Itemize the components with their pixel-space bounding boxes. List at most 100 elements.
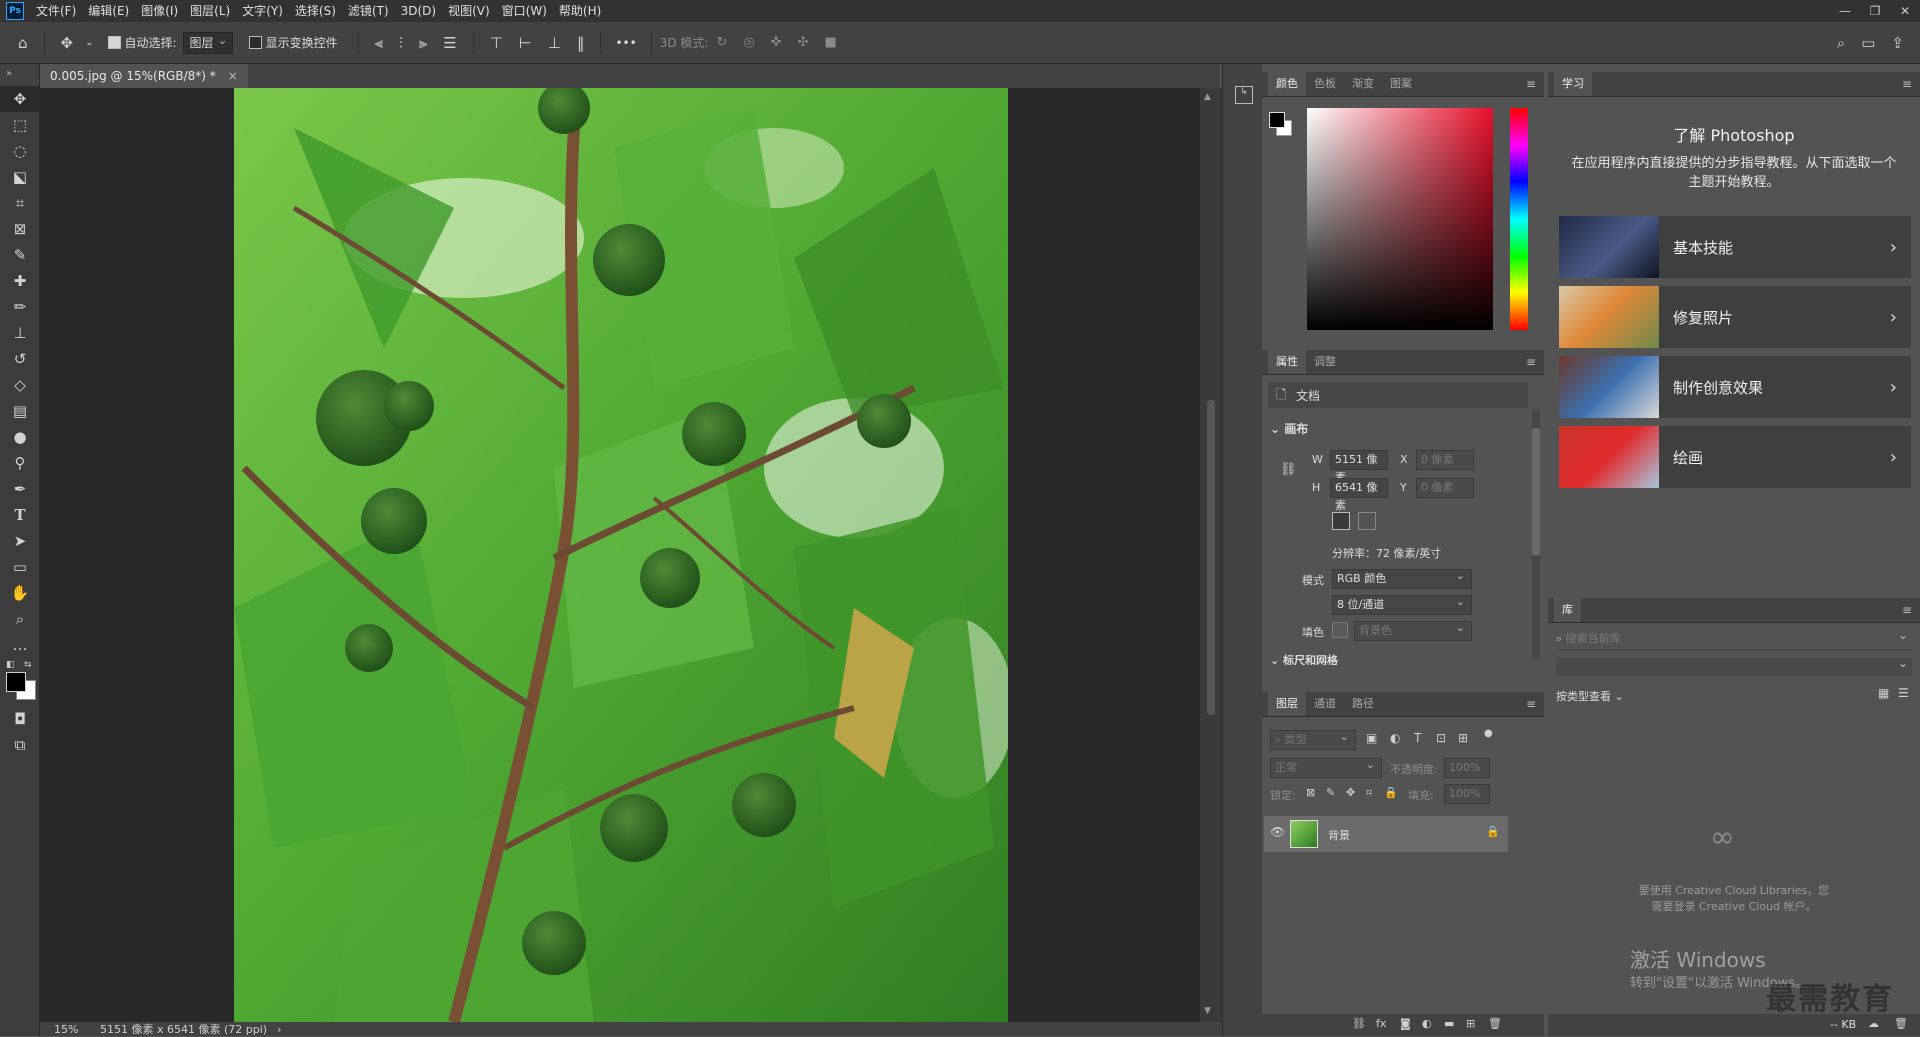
fill-dropdown[interactable]: 背景色 — [1354, 619, 1472, 641]
zoom-level[interactable]: 15% — [54, 1023, 94, 1036]
quick-mask-icon[interactable]: ◘ — [0, 706, 40, 732]
link-layers-icon[interactable]: ⛓ — [1352, 1017, 1366, 1030]
filter-smart-object-icon[interactable]: ⊞ — [1458, 731, 1468, 745]
document-info[interactable]: 5151 像素 x 6541 像素 (72 ppi) — [100, 1021, 267, 1037]
height-field[interactable]: 6541 像素 — [1330, 478, 1388, 512]
hue-slider[interactable] — [1510, 108, 1528, 330]
learn-card-painting[interactable]: 绘画 › — [1559, 426, 1911, 488]
menu-edit[interactable]: 编辑(E) — [82, 0, 135, 22]
dodge-tool-icon[interactable]: ⚲ — [0, 450, 40, 476]
pen-tool-icon[interactable]: ✒ — [0, 476, 40, 502]
properties-scroll-thumb[interactable] — [1532, 428, 1540, 556]
width-field[interactable]: 5151 像素 — [1330, 450, 1388, 484]
tab-properties[interactable]: 属性 — [1268, 350, 1306, 374]
grid-view-icon[interactable]: ▦ — [1878, 686, 1889, 700]
bit-depth-dropdown[interactable]: 8 位/通道 — [1332, 593, 1472, 615]
zoom-tool-icon[interactable]: ⌕ — [0, 606, 40, 632]
filter-type-icon[interactable]: T — [1414, 731, 1421, 745]
trash-icon[interactable]: 🗑 — [1894, 1017, 1908, 1030]
trash-icon[interactable]: 🗑 — [1488, 1017, 1502, 1030]
search-icon[interactable]: ⌕ — [1829, 34, 1853, 52]
distribute-icon[interactable]: ☰ — [435, 34, 464, 52]
status-arrow-icon[interactable]: › — [277, 1023, 281, 1036]
menu-3d[interactable]: 3D(D) — [395, 0, 442, 22]
align-right-icon[interactable]: ⫸ — [411, 34, 435, 52]
menu-image[interactable]: 图像(I) — [135, 0, 184, 22]
eraser-tool-icon[interactable]: ◇ — [0, 372, 40, 398]
gradient-tool-icon[interactable]: ▤ — [0, 398, 40, 424]
library-search[interactable]: ⌕ 搜索当前库 ⌄ — [1556, 628, 1912, 650]
tab-learn[interactable]: 学习 — [1554, 72, 1592, 96]
roll-3d-icon[interactable]: ◎ — [735, 35, 762, 50]
align-left-icon[interactable]: ⫷ — [367, 34, 391, 52]
document-image[interactable] — [234, 82, 1014, 1024]
default-colors-icon[interactable]: ◧ — [6, 660, 15, 670]
filter-pixel-icon[interactable]: ▣ — [1366, 731, 1377, 745]
type-tool-icon[interactable]: T — [0, 502, 40, 528]
history-brush-tool-icon[interactable]: ↺ — [0, 346, 40, 372]
close-tab-icon[interactable]: × — [228, 69, 238, 83]
menu-filter[interactable]: 滤镜(T) — [342, 0, 395, 22]
eyedropper-tool-icon[interactable]: ✎ — [0, 242, 40, 268]
adjustment-layer-icon[interactable]: ◐ — [1422, 1017, 1432, 1030]
learn-card-basic-skills[interactable]: 基本技能 › — [1559, 216, 1911, 278]
chevron-down-icon[interactable]: ⌄ — [81, 37, 97, 48]
link-icon[interactable]: ⛓ — [1280, 462, 1297, 477]
stamp-tool-icon[interactable]: ⊥ — [0, 320, 40, 346]
move-tool-icon[interactable]: ✥ — [53, 34, 82, 52]
panel-menu-icon[interactable]: ≡ — [1526, 77, 1536, 91]
library-select-dropdown[interactable]: ⌄ — [1556, 656, 1912, 676]
color-mode-dropdown[interactable]: RGB 颜色 — [1332, 567, 1472, 589]
swap-colors-icon[interactable]: ⇆ — [24, 660, 32, 670]
opacity-field[interactable]: 100% — [1444, 758, 1490, 778]
close-window-button[interactable]: ✕ — [1890, 0, 1920, 22]
distribute-vertical-icon[interactable]: ‖ — [569, 34, 593, 52]
filter-adjustment-icon[interactable]: ◐ — [1390, 731, 1400, 745]
panel-menu-icon[interactable]: ≡ — [1902, 77, 1912, 91]
minimize-button[interactable]: — — [1830, 0, 1860, 22]
brush-tool-icon[interactable]: ✏ — [0, 294, 40, 320]
orbit-3d-icon[interactable]: ↻ — [708, 35, 735, 50]
x-field[interactable]: 0 像素 — [1416, 450, 1474, 470]
add-mask-icon[interactable]: ◙ — [1400, 1017, 1411, 1030]
align-top-icon[interactable]: ⊤ — [482, 34, 511, 52]
document-tab[interactable]: 0.005.jpg @ 15%(RGB/8*) * × — [40, 64, 248, 88]
menu-help[interactable]: 帮助(H) — [553, 0, 607, 22]
scroll-down-icon[interactable]: ▼ — [1204, 1006, 1211, 1016]
learn-card-fix-photos[interactable]: 修复照片 › — [1559, 286, 1911, 348]
pan-3d-icon[interactable]: ✜ — [763, 35, 790, 50]
more-tools-icon[interactable]: … — [0, 632, 40, 658]
rulers-section-title[interactable]: ⌄ 标尺和网格 — [1270, 652, 1338, 665]
menu-type[interactable]: 文字(Y) — [236, 0, 289, 22]
scroll-up-icon[interactable]: ▲ — [1204, 92, 1211, 102]
tab-libraries[interactable]: 库 — [1554, 598, 1581, 622]
collapse-icon[interactable]: » — [6, 68, 12, 79]
align-middle-icon[interactable]: ⊢ — [511, 34, 540, 52]
restore-button[interactable]: ❐ — [1860, 0, 1890, 22]
lock-transparent-icon[interactable]: ⊠ — [1306, 786, 1315, 799]
align-bottom-icon[interactable]: ⊥ — [540, 34, 569, 52]
tab-adjustments[interactable]: 调整 — [1306, 350, 1344, 374]
tab-gradients[interactable]: 渐变 — [1344, 72, 1382, 96]
rectangle-tool-icon[interactable]: ▭ — [0, 554, 40, 580]
share-icon[interactable]: ⇪ — [1883, 34, 1912, 52]
view-by-type-dropdown[interactable]: 按类型查看 ⌄ — [1556, 688, 1624, 704]
show-transform-checkbox[interactable] — [248, 36, 262, 49]
crop-tool-icon[interactable]: ⌗ — [0, 190, 40, 216]
tab-swatches[interactable]: 色板 — [1306, 72, 1344, 96]
filter-shape-icon[interactable]: ⊡ — [1436, 731, 1446, 745]
layer-filter-dropdown[interactable]: ⌕ 类型 — [1270, 728, 1356, 750]
new-group-icon[interactable]: ▬ — [1444, 1017, 1454, 1030]
learn-card-creative-effects[interactable]: 制作创意效果 › — [1559, 356, 1911, 418]
hand-tool-icon[interactable]: ✋ — [0, 580, 40, 606]
tab-paths[interactable]: 路径 — [1344, 692, 1382, 716]
chevron-down-icon[interactable]: ⌄ — [1898, 628, 1908, 642]
lock-image-icon[interactable]: ✎ — [1326, 786, 1335, 799]
menu-file[interactable]: 文件(F) — [30, 0, 82, 22]
home-icon[interactable]: ⌂ — [10, 34, 36, 52]
landscape-orientation-button[interactable] — [1358, 512, 1376, 530]
foreground-color-swatch[interactable] — [6, 672, 26, 692]
tab-layers[interactable]: 图层 — [1268, 692, 1306, 716]
list-view-icon[interactable]: ☰ — [1898, 686, 1909, 700]
canvas-section-title[interactable]: ⌄ 画布 — [1270, 420, 1308, 437]
